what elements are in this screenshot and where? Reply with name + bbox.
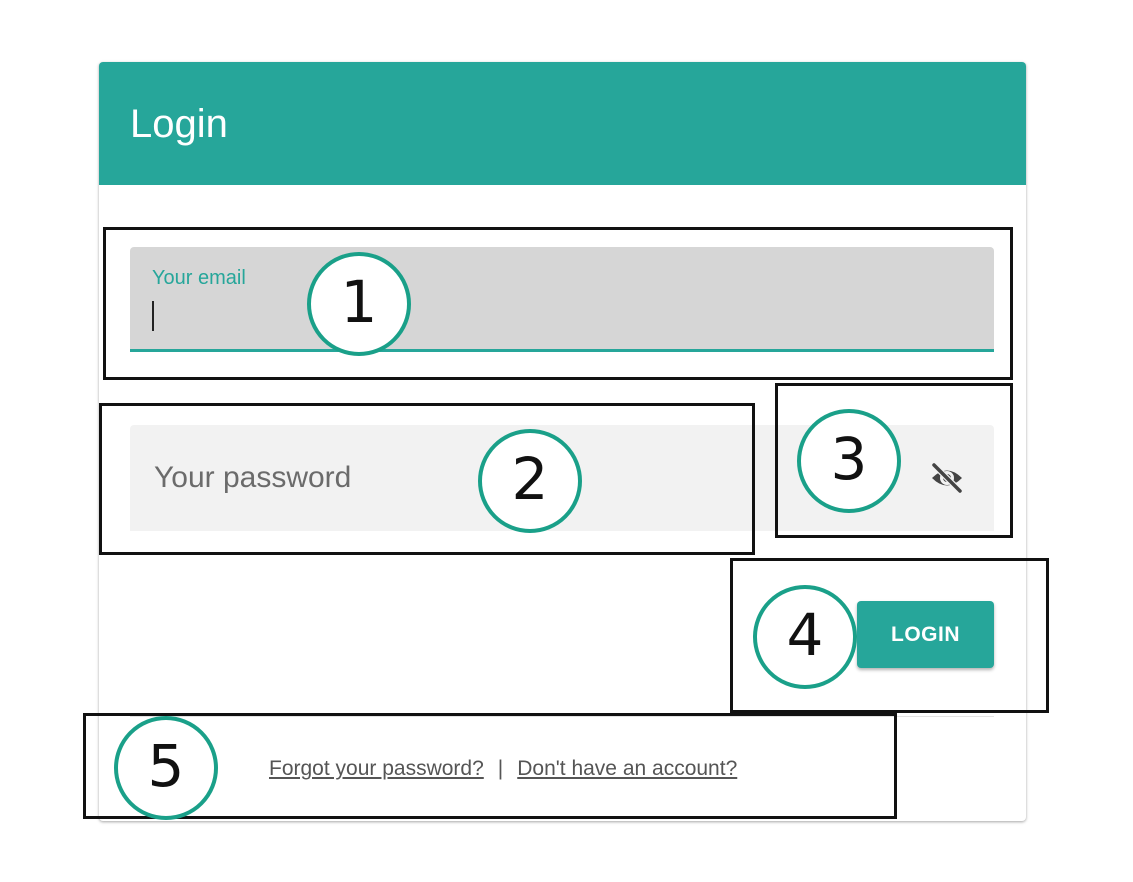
card-title: Login — [130, 102, 228, 146]
callout-box-email — [103, 227, 1013, 380]
card-header: Login — [99, 62, 1026, 185]
callout-box-password — [99, 403, 755, 555]
callout-number: 5 — [114, 716, 218, 820]
callout-number: 3 — [797, 409, 901, 513]
callout-number: 1 — [307, 252, 411, 356]
callout-number: 2 — [478, 429, 582, 533]
callout-number: 4 — [753, 585, 857, 689]
